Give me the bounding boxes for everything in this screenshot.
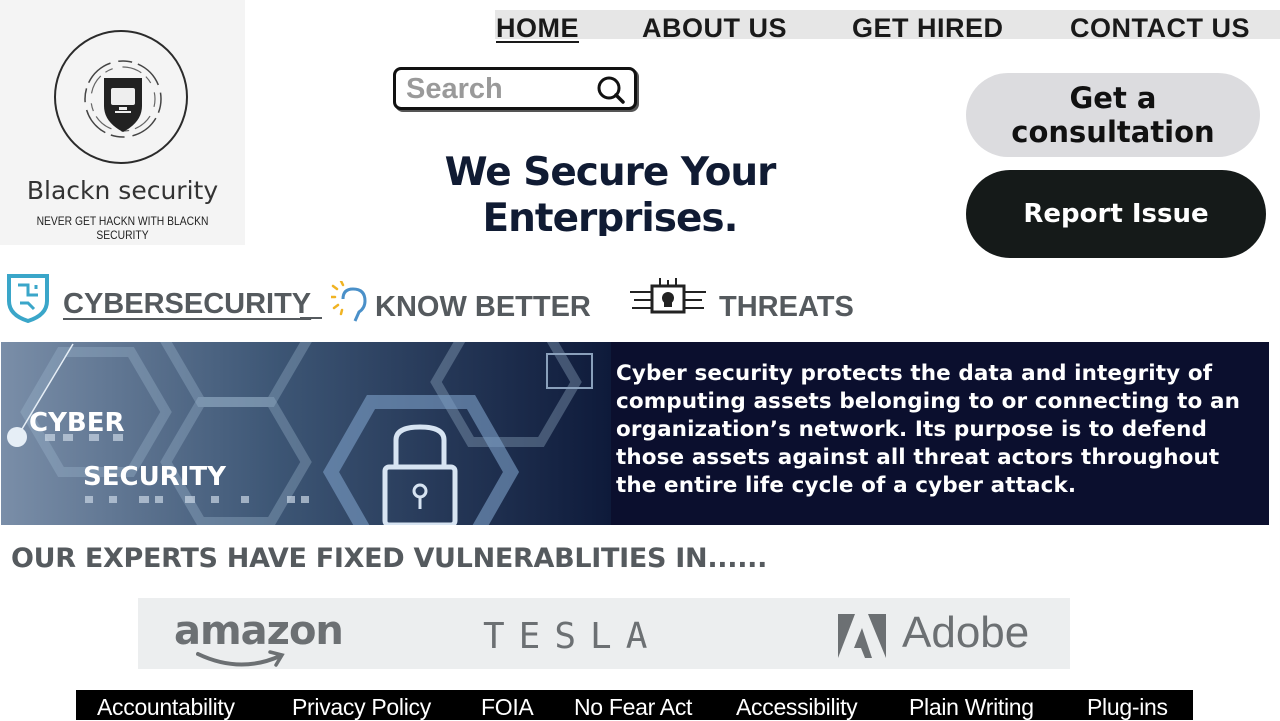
get-consultation-button[interactable]: Get a consultation (966, 73, 1260, 157)
amazon-smile-icon (196, 650, 285, 667)
banner-word-security: SECURITY (83, 462, 226, 492)
brand-name: Blackn security (26, 176, 219, 205)
tab-know-better[interactable]: KNOW BETTER (375, 293, 591, 322)
lightbulb-icon (331, 281, 367, 322)
footer-link-accountability[interactable]: Accountability (97, 694, 235, 721)
adobe-a-icon (838, 614, 886, 658)
footer-link-foia[interactable]: FOIA (481, 694, 534, 721)
banner-description: Cyber security protects the data and int… (616, 361, 1240, 498)
search-box (393, 67, 637, 110)
hero-title-line1: We Secure Your (444, 150, 777, 195)
footer: Accountability Privacy Policy FOIA No Fe… (76, 690, 1193, 720)
tab-underline (300, 317, 322, 319)
client-logos: amazon TESLA Adobe (138, 598, 1070, 669)
hero-title-line2: Enterprises. (482, 196, 739, 236)
nav-contact-us[interactable]: CONTACT US (1070, 15, 1250, 42)
report-issue-button[interactable]: Report Issue (966, 170, 1266, 258)
footer-link-privacy-policy[interactable]: Privacy Policy (292, 694, 431, 721)
brand-tagline: NEVER GET HACKN WITH BLACKN SECURITY (36, 214, 209, 242)
footer-link-plug-ins[interactable]: Plug-ins (1087, 694, 1168, 721)
tab-threats[interactable]: THREATS (719, 293, 854, 322)
nav-about-us[interactable]: ABOUT US (642, 15, 787, 42)
banner-word-cyber: CYBER (29, 408, 125, 438)
experts-heading: OUR EXPERTS HAVE FIXED VULNERABLITIES IN… (11, 543, 768, 574)
monitor-shield-icon (84, 60, 162, 138)
hero-title: We Secure Your Enterprises. (430, 150, 790, 236)
hero-banner: CYBER SECURITY Cyber security protects t… (1, 342, 1269, 525)
footer-link-plain-writing[interactable]: Plain Writing (909, 694, 1034, 721)
tab-cybersecurity[interactable]: CYBERSECURITY (63, 290, 311, 319)
shield-circuit-icon (7, 274, 49, 323)
footer-link-accessibility[interactable]: Accessibility (736, 694, 858, 721)
nav-home[interactable]: HOME (496, 15, 579, 42)
footer-link-no-fear-act[interactable]: No Fear Act (574, 694, 692, 721)
nav-get-hired[interactable]: GET HIRED (852, 15, 1004, 42)
tesla-logo: TESLA (483, 616, 662, 657)
top-nav: HOME ABOUT US GET HIRED CONTACT US (495, 10, 1280, 42)
search-icon[interactable] (596, 75, 626, 105)
amazon-logo: amazon (174, 608, 344, 667)
skull-chip-icon (630, 278, 706, 314)
search-input[interactable] (406, 74, 586, 104)
logo[interactable]: Blackn security NEVER GET HACKN WITH BLA… (0, 0, 245, 245)
